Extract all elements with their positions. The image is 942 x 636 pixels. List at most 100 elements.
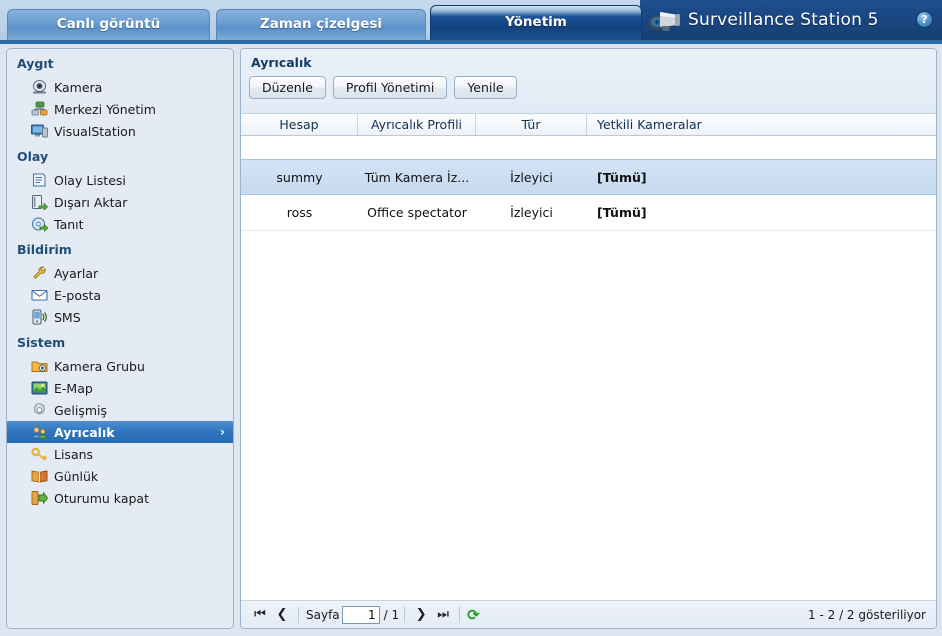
sidebar-item-kamera[interactable]: Kamera (7, 76, 233, 98)
mount-icon (31, 216, 49, 232)
camera-icon (31, 79, 48, 95)
gear-icon (31, 402, 48, 418)
sidebar-item-sms[interactable]: SMS (7, 306, 233, 328)
log-book-icon (31, 468, 48, 484)
main-panel: Ayrıcalık Düzenle Profil Yönetimi Yenile… (240, 48, 937, 629)
emap-icon (31, 380, 48, 396)
camera-group-icon (31, 358, 48, 374)
brand-area: Surveillance Station 5 ? (640, 0, 942, 40)
chevron-right-icon: › (220, 425, 225, 439)
sidebar-item-lisans[interactable]: Lisans (7, 443, 233, 465)
cell-type: İzleyici (510, 205, 553, 220)
tab-live-view[interactable]: Canlı görüntü (7, 9, 210, 40)
sidebar-item-label: Günlük (54, 468, 99, 484)
tab-management[interactable]: Yönetim (430, 5, 642, 40)
sidebar-item-gunluk[interactable]: Günlük (7, 465, 233, 487)
table-body: summy Tüm Kamera İz... İzleyici [Tümü] r… (241, 159, 936, 600)
top-bar: Canlı görüntü Zaman çizelgesi Yönetim Su… (0, 0, 942, 40)
sidebar-item-gelismis[interactable]: Gelişmiş (7, 399, 233, 421)
camera-logo-icon (648, 6, 682, 34)
page-body: Aygıt Kamera Merkezi Yönetim VisualStati… (0, 44, 942, 636)
sidebar-item-ayricalik[interactable]: Ayrıcalık › (7, 421, 233, 443)
sidebar-item-oturumu-kapat[interactable]: Oturumu kapat (7, 487, 233, 509)
sidebar-item-merkezi-yonetim[interactable]: Merkezi Yönetim (7, 98, 233, 120)
cell-cameras: [Tümü] (597, 205, 647, 220)
sidebar-item-label: Oturumu kapat (54, 490, 149, 506)
pagination-bar: ⏮ ❮ Sayfa / 1 ❯ ⏭ ⟳ 1 - 2 / 2 gösteriliy… (241, 600, 936, 628)
sidebar-item-tanit[interactable]: Tanıt (7, 213, 233, 235)
sidebar-group-title-notification: Bildirim (17, 242, 72, 257)
sidebar-item-label: VisualStation (54, 123, 136, 139)
sidebar-item-olay-listesi[interactable]: Olay Listesi (7, 169, 233, 191)
next-page-icon[interactable]: ❯ (410, 607, 432, 622)
first-page-icon[interactable]: ⏮ (249, 607, 271, 622)
sidebar-item-label: Lisans (54, 446, 94, 462)
sidebar-item-label: Ayarlar (54, 265, 99, 281)
logout-icon (31, 490, 49, 506)
column-header-profile[interactable]: Ayrıcalık Profili (358, 114, 476, 135)
sidebar-item-label: E-posta (54, 287, 102, 303)
cell-profile: Tüm Kamera İz... (364, 169, 470, 185)
page-label: Sayfa (306, 607, 340, 622)
app-title: Surveillance Station 5 (688, 10, 879, 30)
sidebar-item-label: Gelişmiş (54, 402, 107, 418)
tab-timeline[interactable]: Zaman çizelgesi (216, 9, 426, 40)
pagination-status: 1 - 2 / 2 gösteriliyor (808, 607, 926, 622)
visualstation-icon (31, 123, 48, 139)
help-icon[interactable]: ? (916, 11, 933, 28)
column-header-type[interactable]: Tür (476, 114, 587, 135)
sidebar-item-e-map[interactable]: E-Map (7, 377, 233, 399)
pager-divider (298, 606, 299, 623)
sidebar-item-label: Kamera Grubu (54, 358, 145, 374)
sidebar-item-disari-aktar[interactable]: Dışarı Aktar (7, 191, 233, 213)
sidebar-item-label: Tanıt (54, 216, 84, 232)
page-title: Ayrıcalık (251, 55, 312, 70)
sidebar-item-label: Kamera (54, 79, 103, 95)
privilege-icon (31, 424, 48, 440)
cell-type: İzleyici (510, 169, 553, 185)
sidebar-group-title-event: Olay (17, 149, 49, 164)
sidebar-item-visualstation[interactable]: VisualStation (7, 120, 233, 142)
main-tab-strip: Canlı görüntü Zaman çizelgesi Yönetim (0, 0, 642, 40)
page-number-input[interactable] (341, 605, 380, 624)
export-icon (31, 194, 49, 211)
sidebar-group-title-system: Sistem (17, 335, 66, 350)
sidebar-item-label: Dışarı Aktar (54, 194, 128, 210)
sms-icon (31, 309, 48, 325)
panel-header: Ayrıcalık Düzenle Profil Yönetimi Yenile (241, 49, 936, 114)
refresh-button[interactable]: Yenile (454, 76, 517, 99)
sidebar-item-label: E-Map (54, 380, 93, 396)
table-row[interactable]: ross Office spectator İzleyici [Tümü] (241, 195, 936, 231)
cell-cameras: [Tümü] (597, 169, 647, 185)
sidebar-item-label: SMS (54, 309, 81, 325)
toolbar: Düzenle Profil Yönetimi Yenile (249, 76, 517, 99)
edit-button[interactable]: Düzenle (249, 76, 326, 99)
cell-account: summy (276, 169, 323, 185)
column-header-cameras[interactable]: Yetkili Kameralar (587, 114, 936, 135)
prev-page-icon[interactable]: ❮ (271, 607, 293, 622)
table-row[interactable]: summy Tüm Kamera İz... İzleyici [Tümü] (241, 159, 936, 195)
sidebar-group-title-device: Aygıt (17, 56, 54, 71)
pager-divider (404, 606, 406, 623)
envelope-icon (31, 287, 48, 303)
wrench-icon (31, 265, 48, 281)
last-page-icon[interactable]: ⏭ (432, 607, 454, 622)
sidebar-item-label: Olay Listesi (54, 172, 126, 188)
pager-divider (459, 606, 461, 623)
key-icon (31, 446, 48, 462)
sidebar-item-label: Ayrıcalık (54, 424, 115, 440)
page-total-label: / 1 (383, 607, 400, 622)
sidebar-item-kamera-grubu[interactable]: Kamera Grubu (7, 355, 233, 377)
profile-management-button[interactable]: Profil Yönetimi (332, 76, 448, 99)
refresh-icon[interactable]: ⟳ (467, 606, 480, 624)
sidebar-item-e-posta[interactable]: E-posta (7, 284, 233, 306)
cell-profile: Office spectator (367, 205, 467, 220)
column-header-account[interactable]: Hesap (241, 114, 358, 135)
cell-account: ross (286, 205, 313, 220)
sidebar-item-ayarlar[interactable]: Ayarlar (7, 262, 233, 284)
sidebar: Aygıt Kamera Merkezi Yönetim VisualStati… (6, 48, 234, 629)
sidebar-item-label: Merkezi Yönetim (54, 101, 156, 117)
event-list-icon (31, 172, 48, 188)
table-header-row: Hesap Ayrıcalık Profili Tür Yetkili Kame… (241, 114, 936, 136)
central-management-icon (31, 101, 48, 117)
